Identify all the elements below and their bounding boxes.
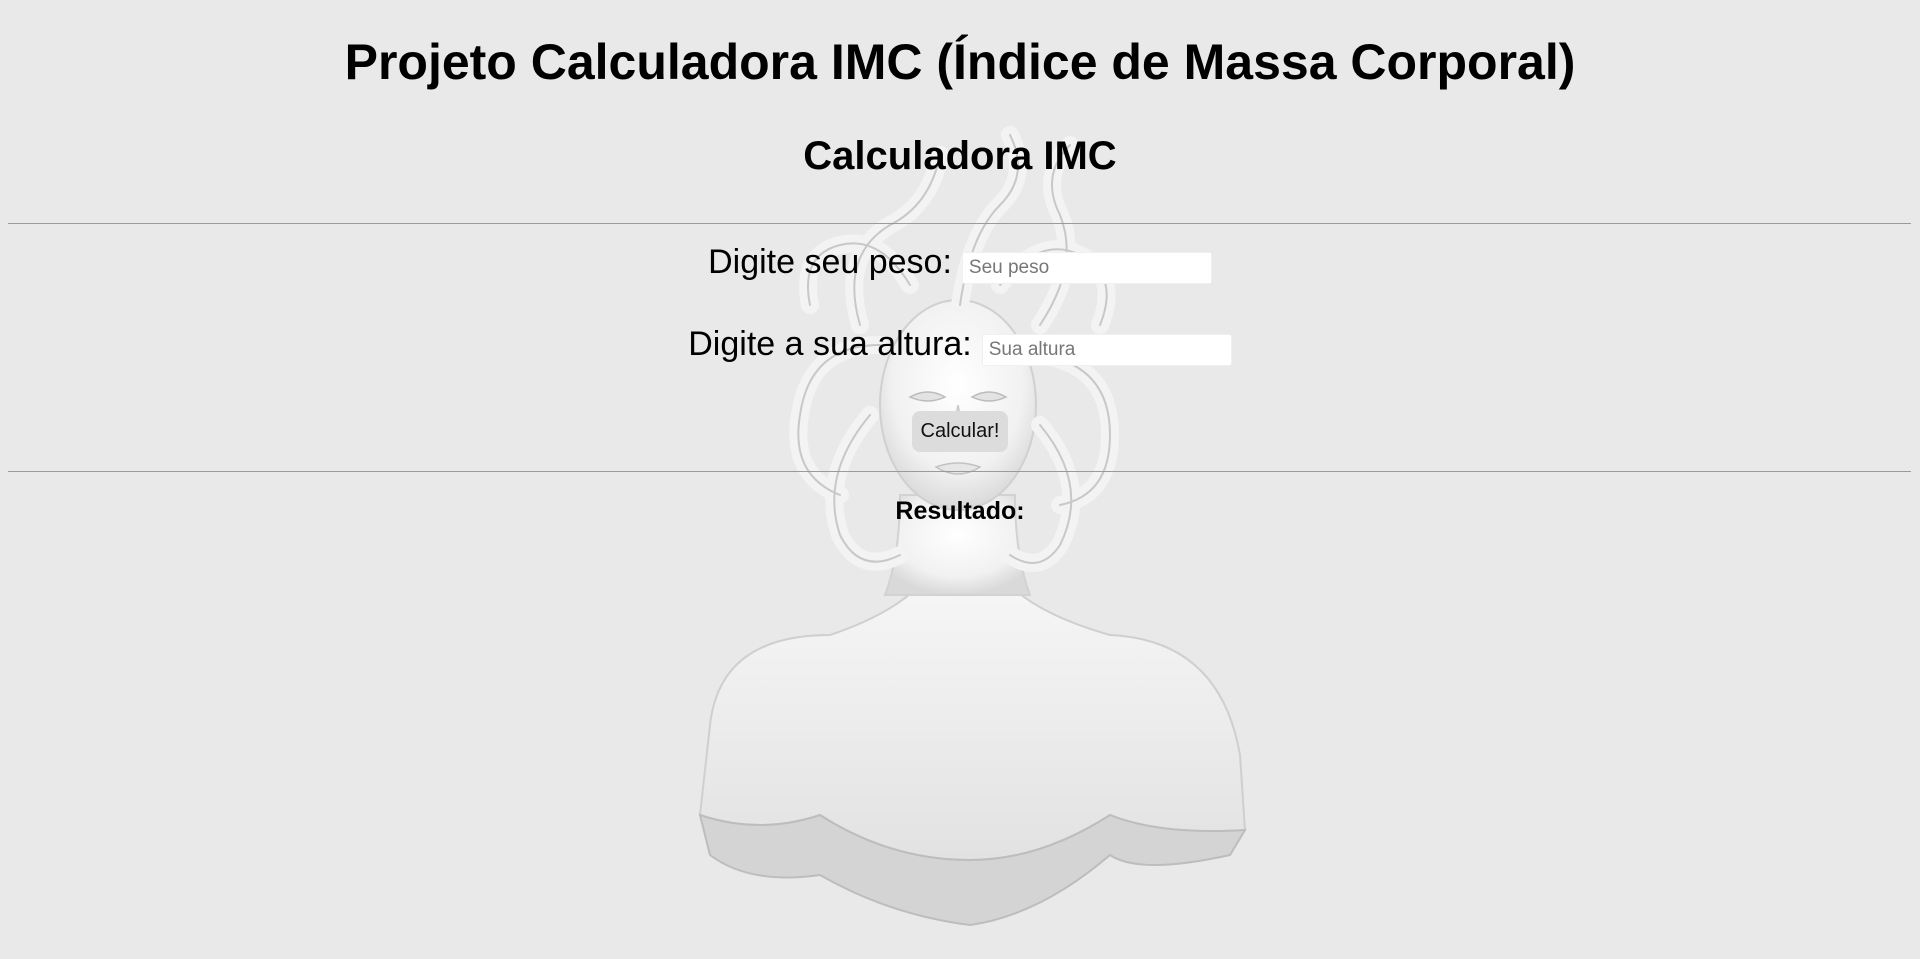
calculator-heading: Calculadora IMC bbox=[803, 134, 1117, 178]
calcular-button[interactable]: Calcular! bbox=[911, 411, 1009, 452]
top-divider bbox=[8, 223, 1911, 224]
altura-input[interactable] bbox=[981, 334, 1232, 366]
peso-label: Digite seu peso: bbox=[708, 243, 952, 281]
page-title: Projeto Calculadora IMC (Índice de Massa… bbox=[344, 34, 1576, 90]
altura-row: Digite a sua altura: bbox=[0, 324, 1920, 366]
bottom-divider bbox=[8, 471, 1911, 472]
altura-label: Digite a sua altura: bbox=[688, 325, 972, 363]
button-container: Calcular! bbox=[0, 411, 1920, 452]
resultado-label: Resultado: bbox=[895, 497, 1025, 525]
peso-input[interactable] bbox=[961, 252, 1212, 284]
peso-row: Digite seu peso: bbox=[0, 242, 1920, 284]
page: Projeto Calculadora IMC (Índice de Massa… bbox=[0, 0, 1920, 959]
